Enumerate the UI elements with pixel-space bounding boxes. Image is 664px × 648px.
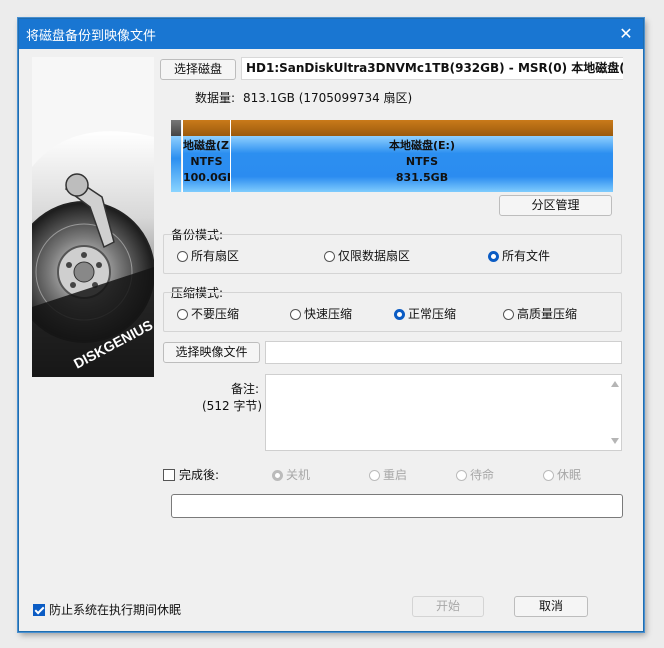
partition-z[interactable]: 地磁盘(Z NTFS 100.0GB bbox=[182, 120, 230, 192]
note-limit-hint: (512 字节) bbox=[202, 399, 263, 413]
compression-normal[interactable]: 正常压缩 bbox=[394, 305, 456, 322]
after-complete-restart[interactable]: 重启 bbox=[369, 466, 407, 483]
title-bar[interactable]: 将磁盘备份到映像文件 ✕ bbox=[19, 19, 643, 49]
compression-fast[interactable]: 快速压缩 bbox=[290, 305, 352, 322]
data-size-value: 813.1GB (1705099734 扇区) bbox=[243, 91, 413, 105]
after-complete-checkbox[interactable]: 完成後: bbox=[163, 466, 219, 483]
scroll-up-icon[interactable] bbox=[611, 381, 619, 387]
partition-z-size: 100.0GB bbox=[183, 171, 230, 184]
select-disk-button[interactable]: 选择磁盘 bbox=[160, 59, 236, 80]
backup-mode-all-sectors[interactable]: 所有扇区 bbox=[177, 247, 239, 264]
partition-map[interactable]: 地磁盘(Z NTFS 100.0GB 本地磁盘(E:) NTFS 831.5GB bbox=[171, 120, 613, 192]
backup-mode-data-sectors[interactable]: 仅限数据扇区 bbox=[324, 247, 410, 264]
partition-msr[interactable] bbox=[171, 120, 181, 192]
compression-none[interactable]: 不要压缩 bbox=[177, 305, 239, 322]
partition-e-name: 本地磁盘(E:) bbox=[389, 139, 455, 152]
prevent-sleep-checkbox[interactable]: 防止系统在执行期间休眠 bbox=[33, 601, 181, 618]
after-complete-hibernate[interactable]: 休眠 bbox=[543, 466, 581, 483]
scroll-down-icon[interactable] bbox=[611, 438, 619, 444]
partition-z-fs: NTFS bbox=[190, 155, 223, 168]
close-icon[interactable]: ✕ bbox=[615, 23, 637, 45]
partition-e-fs: NTFS bbox=[405, 155, 439, 168]
partition-e[interactable]: 本地磁盘(E:) NTFS 831.5GB bbox=[230, 120, 613, 192]
compression-high[interactable]: 高质量压缩 bbox=[503, 305, 577, 322]
note-label: 备注: bbox=[231, 382, 260, 396]
progress-bar bbox=[171, 494, 623, 518]
partition-z-name: 地磁盘(Z bbox=[183, 139, 230, 152]
disk-info-field: HD1:SanDiskUltra3DNVMc1TB(932GB) - MSR(0… bbox=[241, 57, 623, 80]
backup-dialog: 将磁盘备份到映像文件 ✕ DISKGENIUS 选择磁盘 HD1:SanDisk… bbox=[18, 18, 644, 632]
window-title: 将磁盘备份到映像文件 bbox=[26, 29, 157, 44]
data-size-label: 数据量: bbox=[195, 91, 236, 105]
after-complete-shutdown[interactable]: 关机 bbox=[272, 466, 310, 483]
partition-e-size: 831.5GB bbox=[395, 171, 449, 184]
diskgenius-logo-image: DISKGENIUS bbox=[32, 57, 154, 377]
start-button[interactable]: 开始 bbox=[412, 596, 484, 617]
image-file-path-input[interactable] bbox=[265, 341, 622, 364]
note-textarea[interactable] bbox=[265, 374, 622, 451]
partition-manage-button[interactable]: 分区管理 bbox=[499, 195, 612, 216]
select-image-file-button[interactable]: 选择映像文件 bbox=[163, 342, 260, 363]
after-complete-standby[interactable]: 待命 bbox=[456, 466, 494, 483]
cancel-button[interactable]: 取消 bbox=[514, 596, 588, 617]
backup-mode-all-files[interactable]: 所有文件 bbox=[488, 247, 550, 264]
